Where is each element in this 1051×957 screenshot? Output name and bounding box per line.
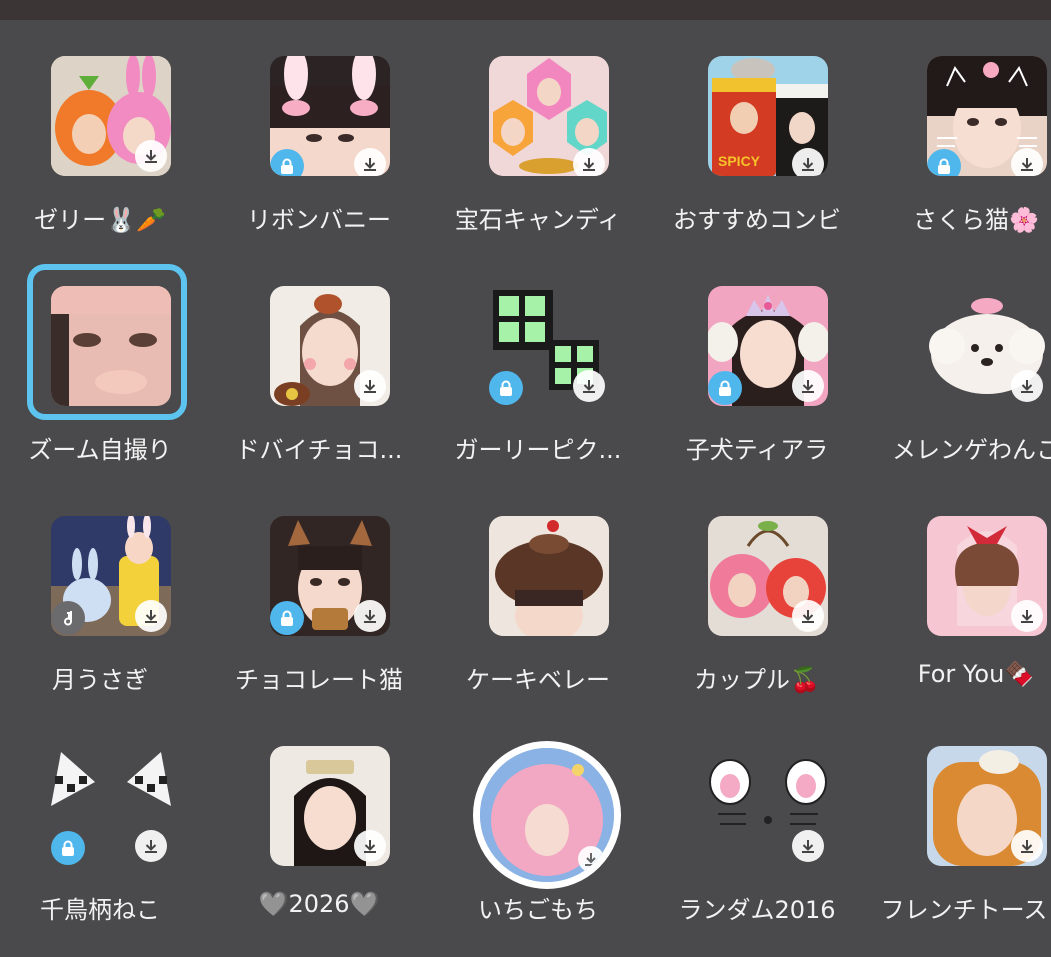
download-icon[interactable] (1011, 830, 1043, 862)
filter-label: いちごもち (478, 896, 598, 924)
filter-item-cake-beret[interactable]: ケーキベレー (438, 480, 638, 700)
filter-label: 子犬ティアラ (685, 436, 829, 464)
download-icon[interactable] (792, 600, 824, 632)
filter-item-jewel-candy[interactable]: 宝石キャンディ (438, 20, 638, 240)
filter-thumbnail (927, 516, 1047, 636)
filter-thumbnail (51, 56, 171, 176)
filter-item-recommend-combo[interactable]: SPICY おすすめコンビ (657, 20, 857, 240)
filter-thumbnail (927, 746, 1047, 866)
download-icon[interactable] (354, 830, 386, 862)
filter-thumbnail (489, 56, 609, 176)
lock-icon (927, 149, 961, 176)
filter-label: カップル🍒 (694, 666, 820, 694)
lock-icon (708, 371, 742, 405)
lock-icon (270, 601, 304, 635)
lock-icon (489, 371, 523, 405)
filter-thumbnail (489, 516, 609, 636)
top-bar (0, 0, 1051, 20)
lock-icon (270, 149, 304, 176)
filter-item-girly-pixel[interactable]: ガーリーピク... (438, 250, 638, 470)
filter-label: リボンバニー (247, 206, 391, 234)
download-icon[interactable] (135, 600, 167, 632)
download-icon[interactable] (354, 148, 386, 176)
filter-item-couple[interactable]: カップル🍒 (657, 480, 857, 700)
filter-label: 🩶2026🩶 (258, 890, 380, 918)
filter-item-for-you[interactable]: For You🍫 (876, 480, 1051, 700)
filter-item-random-2016[interactable]: ランダム2016 (657, 710, 857, 930)
filter-label: おすすめコンビ (673, 206, 841, 234)
filter-item-meringue-dog[interactable]: メレンゲわんこ (876, 250, 1051, 470)
filter-item-ribbon-bunny[interactable]: リボンバニー (219, 20, 419, 240)
download-icon[interactable] (1011, 148, 1043, 176)
download-icon[interactable] (573, 148, 605, 176)
download-icon[interactable] (792, 370, 824, 402)
filter-thumbnail (270, 56, 390, 176)
filter-thumbnail (708, 286, 828, 406)
filter-label: フレンチトースト (880, 896, 1051, 924)
zoom-selfie-image (51, 286, 171, 406)
filter-thumbnail (51, 746, 171, 866)
download-icon[interactable] (792, 830, 824, 862)
filter-item-french-toast[interactable]: フレンチトースト (876, 710, 1051, 930)
filter-thumbnail (51, 286, 171, 406)
filter-label: ドバイチョコ... (235, 436, 403, 464)
download-icon[interactable] (578, 846, 604, 872)
download-icon[interactable] (573, 370, 605, 402)
download-icon[interactable] (354, 600, 386, 632)
filter-thumbnail (708, 746, 828, 866)
filter-label: ゼリー🐰🥕 (34, 206, 166, 234)
filter-thumbnail (927, 286, 1047, 406)
filter-thumbnail (489, 286, 609, 406)
download-icon[interactable] (135, 140, 167, 172)
filter-item-jelly[interactable]: ゼリー🐰🥕 (0, 20, 200, 240)
filter-label: ランダム2016 (678, 896, 836, 924)
filter-item-puppy-tiara[interactable]: 子犬ティアラ (657, 250, 857, 470)
download-icon[interactable] (792, 148, 824, 176)
filter-label: メレンゲわんこ (892, 436, 1051, 464)
filter-thumbnail (270, 286, 390, 406)
filter-label: 月うさぎ (52, 666, 148, 694)
filter-label: 千鳥柄ねこ (40, 896, 160, 924)
filter-item-houndstooth-cat[interactable]: 千鳥柄ねこ (0, 710, 200, 930)
cake-beret-image (489, 516, 609, 636)
download-icon[interactable] (354, 370, 386, 402)
filter-label: 宝石キャンディ (454, 206, 622, 234)
download-icon[interactable] (1011, 370, 1043, 402)
music-note-icon (51, 601, 85, 635)
filter-label: ガーリーピク... (454, 436, 622, 464)
filter-item-choco-cat[interactable]: チョコレート猫 (219, 480, 419, 700)
filter-label: チョコレート猫 (235, 666, 403, 694)
filter-item-2026[interactable]: 🩶2026🩶 (219, 710, 419, 930)
filter-item-dubai-choco[interactable]: ドバイチョコ... (219, 250, 419, 470)
download-icon[interactable] (135, 830, 167, 862)
filter-thumbnail (270, 746, 390, 866)
filter-item-moon-rabbit[interactable]: 月うさぎ (0, 480, 200, 700)
filter-thumbnail (708, 516, 828, 636)
filter-item-sakura-cat[interactable]: さくら猫🌸 (876, 20, 1051, 240)
filter-label: For You🍫 (917, 660, 1035, 688)
filter-label: ケーキベレー (466, 666, 610, 694)
filter-label: ズーム自撮り (28, 436, 172, 464)
download-icon[interactable] (1011, 600, 1043, 632)
filter-thumbnail (51, 516, 171, 636)
lock-icon (51, 831, 85, 865)
filter-thumbnail: SPICY (708, 56, 828, 176)
filter-thumbnail (927, 56, 1047, 176)
filter-label: さくら猫🌸 (913, 206, 1039, 234)
filter-thumbnail (270, 516, 390, 636)
filter-item-strawberry-mochi[interactable]: いちごもち (438, 710, 638, 930)
filter-item-zoom-selfie[interactable]: ズーム自撮り (0, 250, 200, 470)
svg-text:SPICY: SPICY (718, 153, 761, 169)
circular-thumbnail (473, 741, 621, 889)
filter-grid: ゼリー🐰🥕 リボンバニー 宝石キャンディ SPICY おすすめコンビ さくら猫🌸… (0, 20, 1051, 957)
